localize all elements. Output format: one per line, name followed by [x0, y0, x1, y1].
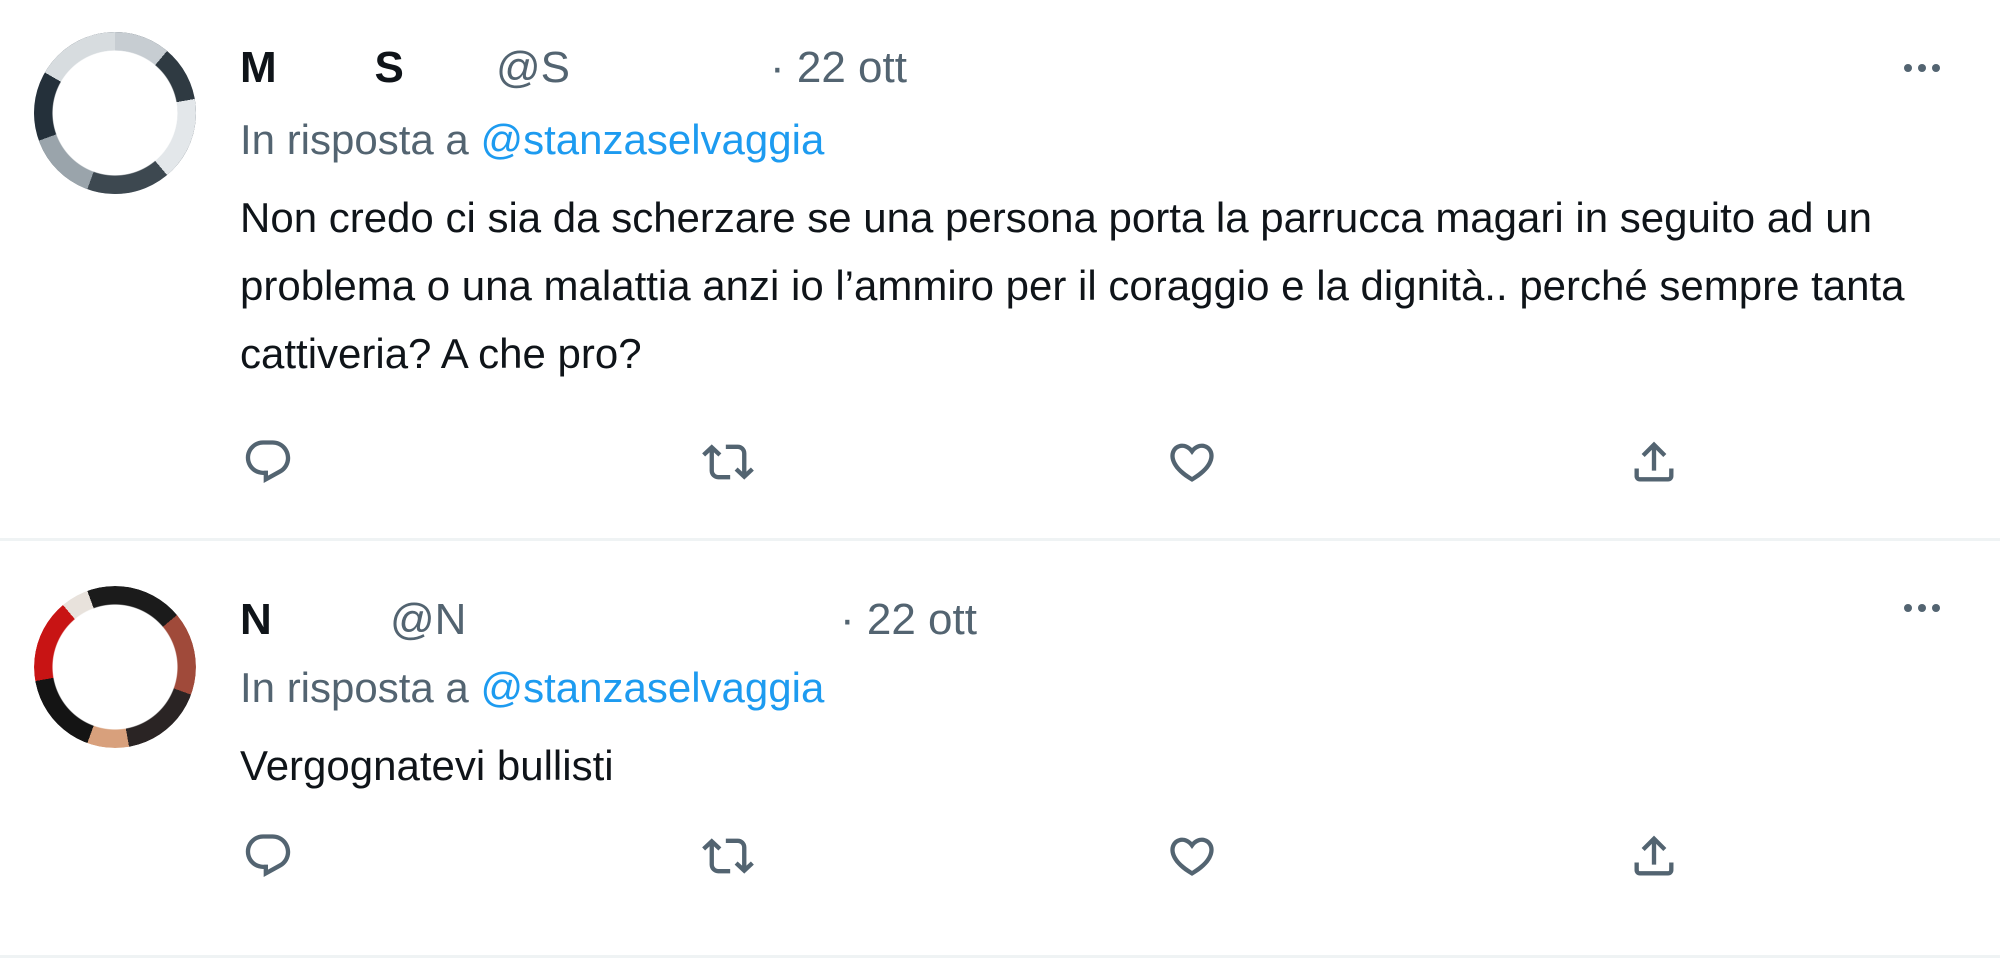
more-icon[interactable]: [1892, 48, 1952, 88]
tweet-text: Vergognatevi bullisti: [240, 742, 614, 789]
tweet-text: Non credo ci sia da scherzare se una per…: [240, 194, 1905, 377]
reply-button[interactable]: [240, 828, 296, 884]
reply-prefix: In risposta a: [240, 664, 469, 711]
reply-mention-link[interactable]: @stanzaselvaggia: [480, 664, 824, 711]
user-handle[interactable]: @S: [496, 43, 796, 93]
reply-button[interactable]: [240, 434, 296, 490]
user-name[interactable]: N: [240, 595, 310, 645]
divider: [0, 955, 2000, 958]
retweet-button[interactable]: [700, 434, 756, 490]
heart-icon: [1170, 837, 1214, 876]
share-button[interactable]: [1626, 828, 1682, 884]
retweet-icon: [702, 444, 754, 480]
reply-prefix: In risposta a: [240, 116, 469, 163]
retweet-icon: [702, 838, 754, 874]
reply-context: In risposta a @stanzaselvaggia: [240, 664, 824, 712]
tweet-actions: [240, 828, 1700, 888]
more-icon[interactable]: [1892, 588, 1952, 628]
user-handle[interactable]: @N: [390, 595, 840, 645]
share-icon: [1634, 441, 1674, 482]
tweet-date[interactable]: · 22 ott: [770, 43, 907, 93]
avatar[interactable]: [34, 586, 196, 748]
heart-icon: [1170, 443, 1214, 482]
tweet[interactable]: M S @S · 22 ott In risposta a @stanzasel…: [0, 0, 2000, 538]
tweet-actions: [240, 434, 1700, 494]
tweet[interactable]: N @N · 22 ott In risposta a @stanzaselva…: [0, 540, 2000, 950]
reply-icon: [245, 440, 291, 484]
user-name[interactable]: M S: [240, 43, 440, 93]
like-button[interactable]: [1164, 434, 1220, 490]
avatar[interactable]: [34, 32, 196, 194]
tweet-header: M S @S · 22 ott: [240, 38, 907, 98]
reply-icon: [245, 834, 291, 878]
tweet-header: N @N · 22 ott: [240, 590, 977, 650]
share-button[interactable]: [1626, 434, 1682, 490]
retweet-button[interactable]: [700, 828, 756, 884]
tweet-date[interactable]: · 22 ott: [840, 595, 977, 645]
reply-context: In risposta a @stanzaselvaggia: [240, 116, 824, 164]
like-button[interactable]: [1164, 828, 1220, 884]
share-icon: [1634, 835, 1674, 876]
reply-mention-link[interactable]: @stanzaselvaggia: [480, 116, 824, 163]
